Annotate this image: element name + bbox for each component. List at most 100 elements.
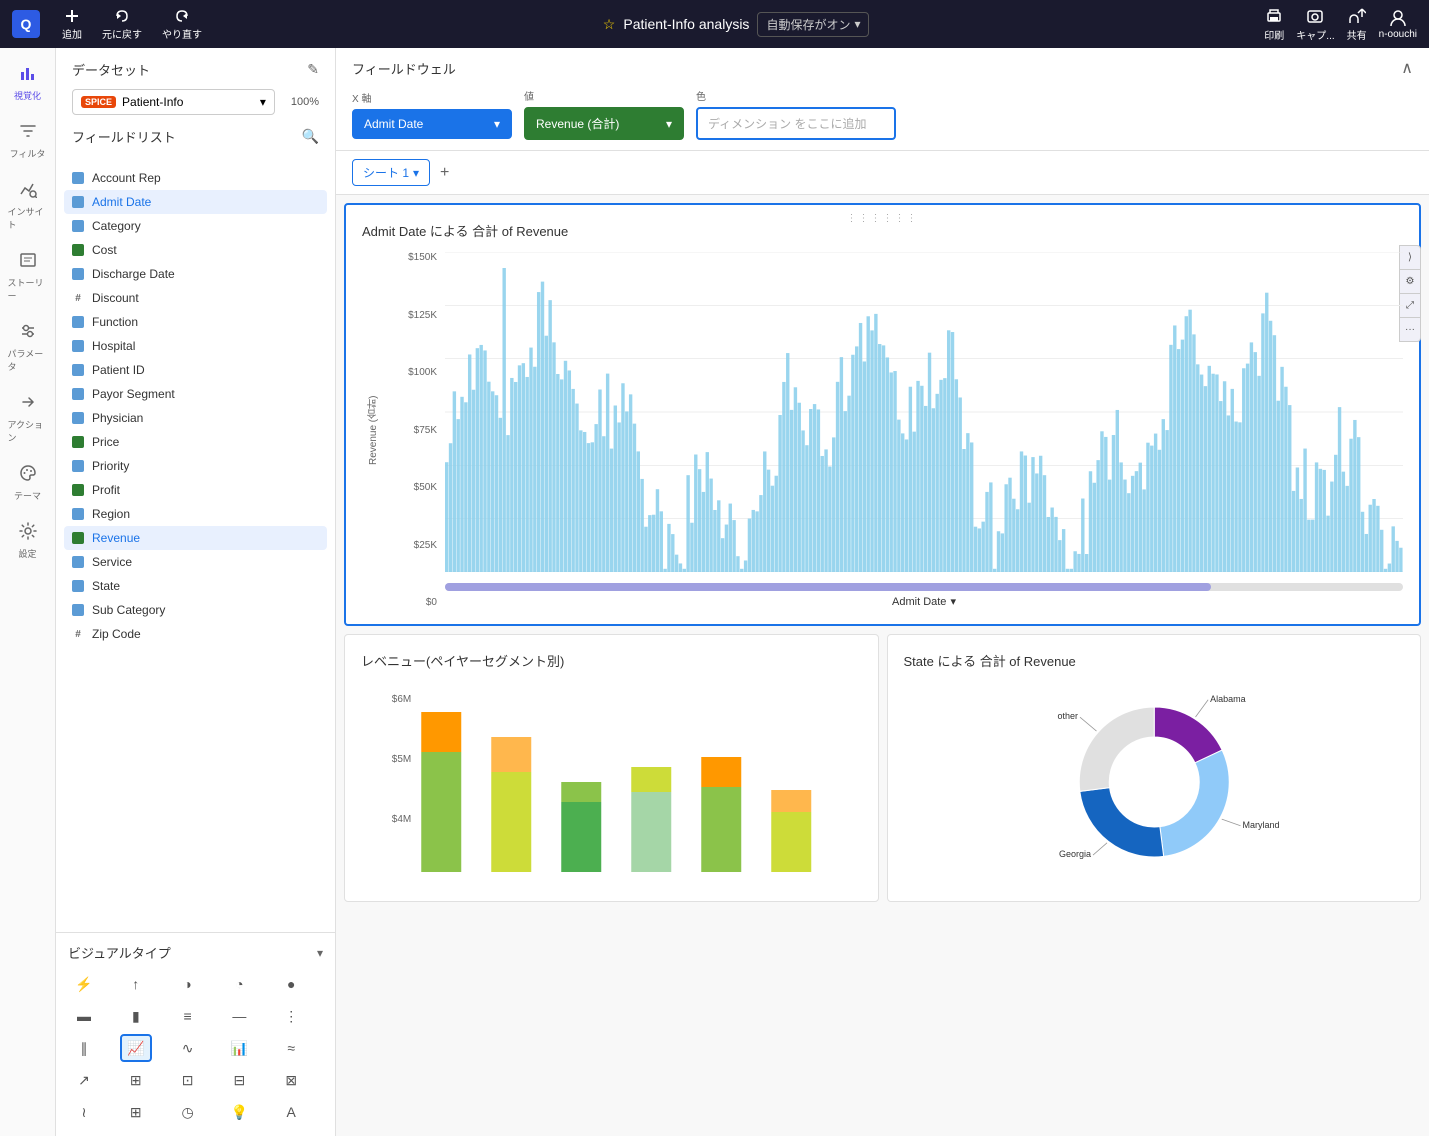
- visual-type-5[interactable]: ▬: [68, 1002, 100, 1030]
- sheet-tab-1[interactable]: シート 1 ▾: [352, 159, 430, 186]
- field-item-region[interactable]: Region: [64, 502, 327, 526]
- field-well: フィールドウェル ∧ X 軸 Admit Date ▾ 値 Revenue (合…: [336, 48, 1429, 151]
- field-item-admit-date[interactable]: Admit Date: [64, 190, 327, 214]
- field-item-account-rep[interactable]: Account Rep: [64, 166, 327, 190]
- field-name: Patient ID: [92, 363, 145, 377]
- user-button[interactable]: n-oouchi: [1379, 9, 1417, 40]
- share-button[interactable]: 共有: [1347, 7, 1367, 42]
- visual-type-19[interactable]: ⊠: [275, 1066, 307, 1094]
- visual-type-1[interactable]: ↑: [120, 970, 152, 998]
- visual-type-22[interactable]: ◷: [172, 1098, 204, 1126]
- timeseries-chart: 2015年1月1日2015年4月1日2015年7月1日2015年10月1日201…: [445, 252, 1403, 572]
- y-axis-tick: $0: [397, 597, 437, 608]
- visual-type-20[interactable]: ≀: [68, 1098, 100, 1126]
- field-item-physician[interactable]: Physician: [64, 406, 327, 430]
- nav-theme[interactable]: テーマ: [4, 456, 52, 510]
- dim-icon: [72, 340, 84, 352]
- visual-type-17[interactable]: ⊡: [172, 1066, 204, 1094]
- chart-more-icon[interactable]: ···: [1400, 318, 1420, 341]
- visual-type-4[interactable]: ●: [275, 970, 307, 998]
- sheet-tab-arrow-icon: ▾: [413, 166, 419, 180]
- field-well-close-icon[interactable]: ∧: [1401, 58, 1413, 78]
- nav-parameter[interactable]: パラメータ: [4, 314, 52, 381]
- visual-type-14[interactable]: ≈: [275, 1034, 307, 1062]
- color-label: 色: [696, 88, 896, 103]
- field-name: Profit: [92, 483, 120, 497]
- field-item-discharge-date[interactable]: Discharge Date: [64, 262, 327, 286]
- payor-bar-chart: $6M$5M$4M: [361, 682, 862, 882]
- field-item-price[interactable]: Price: [64, 430, 327, 454]
- value-selector[interactable]: Revenue (合計) ▾: [524, 107, 684, 140]
- field-item-sub-category[interactable]: Sub Category: [64, 598, 327, 622]
- visual-type-15[interactable]: ↗: [68, 1066, 100, 1094]
- field-search-icon[interactable]: 🔍: [302, 128, 319, 145]
- field-well-title: フィールドウェル: [352, 59, 456, 78]
- left-nav: 視覚化 フィルタ インサイト ストーリー パラメータ アクション テーマ: [0, 48, 56, 1136]
- visual-type-11[interactable]: 📈: [120, 1034, 152, 1062]
- nav-settings[interactable]: 設定: [4, 514, 52, 568]
- field-item-revenue[interactable]: Revenue: [64, 526, 327, 550]
- collapse-chart-icon[interactable]: ⟩: [1400, 246, 1420, 270]
- x-axis-selector[interactable]: Admit Date ▾: [352, 109, 512, 139]
- dataset-edit-icon[interactable]: ✎: [307, 61, 319, 78]
- x-axis-label[interactable]: Admit Date ▾: [445, 595, 1403, 608]
- dataset-pct: 100%: [291, 96, 319, 108]
- y-axis-tick: $50K: [397, 482, 437, 493]
- field-item-state[interactable]: State: [64, 574, 327, 598]
- chart-settings-icon[interactable]: ⚙: [1400, 270, 1420, 294]
- field-item-profit[interactable]: Profit: [64, 478, 327, 502]
- state-donut-chart: AlabamaMarylandGeorgiaother: [904, 682, 1405, 882]
- color-selector[interactable]: ディメンション をここに追加: [696, 107, 896, 140]
- x-axis-value: Admit Date: [364, 117, 423, 131]
- scroll-bar[interactable]: [445, 583, 1403, 591]
- visual-type-7[interactable]: ≡: [172, 1002, 204, 1030]
- y-axis-label: Revenue (合計): [362, 252, 385, 608]
- sheet-tab-label: シート 1: [363, 164, 409, 181]
- chart-expand-icon[interactable]: ⤢: [1400, 294, 1420, 318]
- add-button[interactable]: 追加: [56, 4, 88, 45]
- field-item-cost[interactable]: Cost: [64, 238, 327, 262]
- visual-type-16[interactable]: ⊞: [120, 1066, 152, 1094]
- field-item-discount[interactable]: #Discount: [64, 286, 327, 310]
- visual-type-3[interactable]: ◔: [223, 970, 255, 998]
- autosave-toggle[interactable]: 自動保存がオン ▾: [757, 12, 869, 37]
- star-icon[interactable]: ☆: [603, 16, 616, 33]
- nav-visualize[interactable]: 視覚化: [4, 56, 52, 110]
- nav-filter[interactable]: フィルタ: [4, 114, 52, 168]
- capture-button[interactable]: キャプ...: [1296, 7, 1334, 42]
- field-item-patient-id[interactable]: Patient ID: [64, 358, 327, 382]
- nav-story[interactable]: ストーリー: [4, 243, 52, 310]
- dataset-name-button[interactable]: SPICE Patient-Info ▾: [72, 89, 275, 115]
- undo-button[interactable]: 元に戻す: [96, 4, 148, 45]
- visual-type-9[interactable]: ⋮: [275, 1002, 307, 1030]
- visual-type-13[interactable]: 📊: [223, 1034, 255, 1062]
- print-button[interactable]: 印刷: [1264, 7, 1284, 42]
- add-sheet-button[interactable]: +: [434, 162, 455, 184]
- field-well-x-axis: X 軸 Admit Date ▾: [352, 90, 512, 139]
- visual-type-12[interactable]: ∿: [172, 1034, 204, 1062]
- field-name: Admit Date: [92, 195, 151, 209]
- visual-type-23[interactable]: 💡: [223, 1098, 255, 1126]
- field-item-category[interactable]: Category: [64, 214, 327, 238]
- visual-type-2[interactable]: ◑: [172, 970, 204, 998]
- visual-type-18[interactable]: ⊟: [223, 1066, 255, 1094]
- visual-type-21[interactable]: ⊞: [120, 1098, 152, 1126]
- field-item-service[interactable]: Service: [64, 550, 327, 574]
- collapse-visual-types-icon[interactable]: ▾: [317, 946, 323, 960]
- nav-insight[interactable]: インサイト: [4, 172, 52, 239]
- field-item-payor-segment[interactable]: Payor Segment: [64, 382, 327, 406]
- left-panel: データセット ✎ SPICE Patient-Info ▾ 100% フィールド…: [56, 48, 336, 1136]
- field-item-function[interactable]: Function: [64, 310, 327, 334]
- visual-type-24[interactable]: A: [275, 1098, 307, 1126]
- visual-type-8[interactable]: —: [223, 1002, 255, 1030]
- dataset-header: データセット ✎: [72, 60, 319, 79]
- redo-button[interactable]: やり直す: [156, 4, 208, 45]
- visual-type-6[interactable]: ▮: [120, 1002, 152, 1030]
- field-item-zip-code[interactable]: #Zip Code: [64, 622, 327, 646]
- visual-type-10[interactable]: ∥: [68, 1034, 100, 1062]
- topbar-actions: 追加 元に戻す やり直す: [56, 4, 208, 45]
- nav-action[interactable]: アクション: [4, 385, 52, 452]
- field-item-hospital[interactable]: Hospital: [64, 334, 327, 358]
- field-item-priority[interactable]: Priority: [64, 454, 327, 478]
- visual-type-0[interactable]: ⚡: [68, 970, 100, 998]
